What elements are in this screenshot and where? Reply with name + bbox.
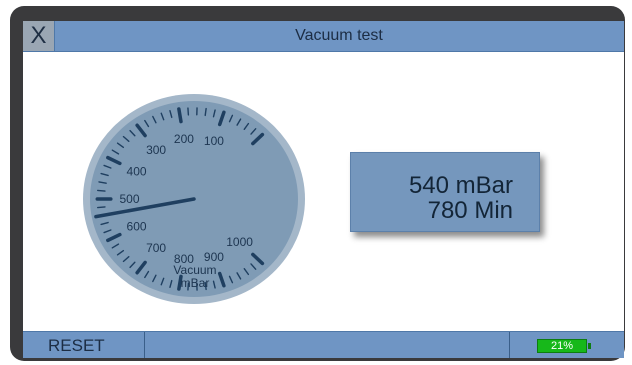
gauge-scale-label: 700 bbox=[146, 241, 166, 255]
pressure-readout: 540 mBar bbox=[408, 172, 513, 199]
gauge-minor-tick bbox=[204, 107, 207, 117]
reset-button[interactable]: RESET bbox=[23, 332, 145, 358]
gauge-scale-label: 600 bbox=[127, 220, 147, 234]
gauge-minor-tick bbox=[97, 189, 106, 192]
gauge-scale-label: 500 bbox=[120, 192, 140, 206]
gauge-label-vacuum: Vacuum bbox=[173, 263, 216, 277]
device-frame: X Vacuum test 1000 900 800 700 600 500 400 300 2… bbox=[10, 6, 625, 361]
bottom-bar: RESET 21% bbox=[23, 331, 624, 358]
gauge-scale-label: 1000 bbox=[226, 235, 253, 249]
bottom-bar-divider bbox=[509, 332, 510, 358]
gauge-major-tick bbox=[177, 107, 183, 124]
vacuum-gauge-dial: 1000900800700600500400300200 100 Vacuum m… bbox=[83, 94, 305, 304]
battery-indicator: 21% bbox=[537, 339, 587, 353]
time-readout: 780 Min bbox=[427, 197, 513, 224]
gauge-label-unit: mBar bbox=[181, 276, 210, 290]
screen: X Vacuum test 1000 900 800 700 600 500 400 300 2… bbox=[23, 21, 624, 358]
battery-cap-icon bbox=[588, 343, 591, 349]
readout-panel: 540 mBar 780 Min bbox=[350, 152, 540, 232]
title-bar: X Vacuum test bbox=[23, 21, 624, 52]
gauge-scale-label: 900 bbox=[204, 250, 224, 264]
gauge-scale-label: 200 bbox=[174, 132, 194, 146]
gauge-minor-tick bbox=[97, 206, 106, 209]
close-button[interactable]: X bbox=[23, 21, 55, 51]
vacuum-gauge: 1000 900 800 700 600 500 400 300 200 100 Vacuum m… bbox=[83, 94, 305, 304]
gauge-scale-label: 400 bbox=[127, 164, 147, 178]
gauge-scale-label: 100 bbox=[204, 134, 224, 148]
window-title: Vacuum test bbox=[295, 27, 383, 44]
gauge-scale-label: 300 bbox=[146, 143, 166, 157]
